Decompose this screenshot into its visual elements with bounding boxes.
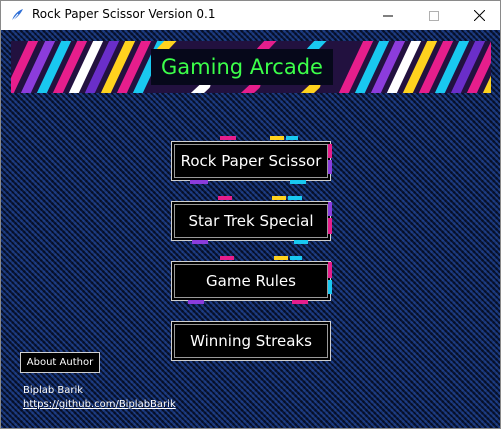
main-area: Gaming Arcade Rock Paper Scissor Star Tr…: [1, 30, 500, 428]
button-label: Rock Paper Scissor: [180, 152, 322, 170]
author-name: Biplab Barik: [23, 385, 84, 396]
banner-title-box: Gaming Arcade: [151, 49, 333, 85]
game-rules-button[interactable]: Game Rules: [171, 256, 332, 304]
rock-paper-scissor-button[interactable]: Rock Paper Scissor: [171, 136, 332, 184]
button-label: Game Rules: [206, 272, 296, 290]
maximize-icon[interactable]: [411, 1, 457, 30]
button-label: Star Trek Special: [188, 212, 314, 230]
author-link[interactable]: https://github.com/BiplabBarik: [23, 399, 176, 410]
feather-icon: [11, 9, 23, 22]
star-trek-special-button[interactable]: Star Trek Special: [171, 196, 332, 244]
winning-streaks-button[interactable]: Winning Streaks: [171, 321, 331, 361]
banner-title: Gaming Arcade: [161, 55, 323, 79]
app-window: Rock Paper Scissor Version 0.1 Gaming Ar…: [0, 0, 501, 429]
window-title: Rock Paper Scissor Version 0.1: [32, 7, 216, 21]
button-label: Winning Streaks: [190, 332, 312, 350]
banner: Gaming Arcade: [11, 41, 491, 93]
close-icon[interactable]: [456, 1, 500, 30]
minimize-icon[interactable]: [365, 1, 411, 30]
title-bar[interactable]: Rock Paper Scissor Version 0.1: [1, 1, 500, 30]
about-author-button[interactable]: About Author: [20, 352, 100, 373]
